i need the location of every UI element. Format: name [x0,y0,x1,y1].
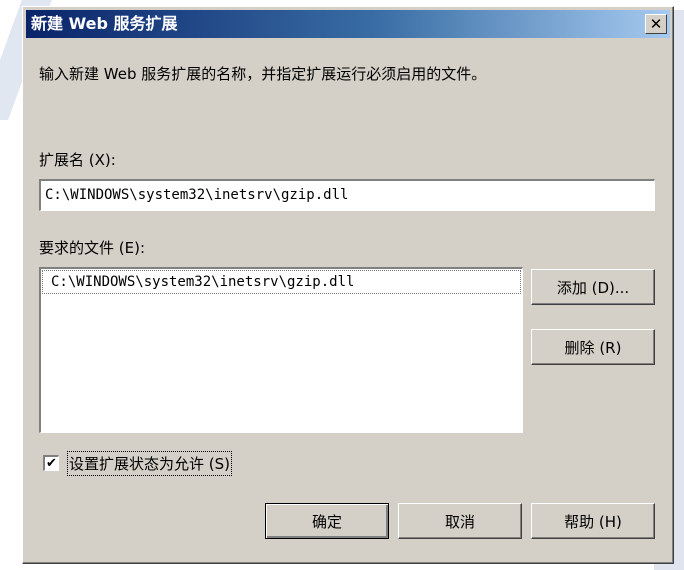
close-icon: ✕ [649,15,663,33]
title-bar[interactable]: 新建 Web 服务扩展 ✕ [26,10,670,38]
required-files-label: 要求的文件 (E): [39,239,146,257]
allow-status-checkbox-label[interactable]: 设置扩展状态为允许 (S) [67,451,232,476]
list-item[interactable]: C:\WINDOWS\system32\inetsrv\gzip.dll [42,270,521,294]
description-text: 输入新建 Web 服务扩展的名称，并指定扩展运行必须启用的文件。 [39,65,487,83]
checkmark-icon: ✔ [46,456,57,471]
ok-button[interactable]: 确定 [265,503,389,539]
cancel-button[interactable]: 取消 [398,503,522,539]
remove-button[interactable]: 删除 (R) [531,329,655,365]
extension-name-input[interactable]: C:\WINDOWS\system32\inetsrv\gzip.dll [39,179,655,211]
extension-name-label: 扩展名 (X): [39,151,116,169]
required-files-list[interactable]: C:\WINDOWS\system32\inetsrv\gzip.dll [39,267,523,433]
new-web-service-extension-dialog: 新建 Web 服务扩展 ✕ 输入新建 Web 服务扩展的名称，并指定扩展运行必须… [22,6,674,564]
window-title: 新建 Web 服务扩展 [31,14,178,33]
allow-status-checkbox[interactable]: ✔ [43,455,59,471]
close-button[interactable]: ✕ [645,14,667,34]
help-button[interactable]: 帮助 (H) [531,503,655,539]
add-button[interactable]: 添加 (D)... [531,269,655,305]
